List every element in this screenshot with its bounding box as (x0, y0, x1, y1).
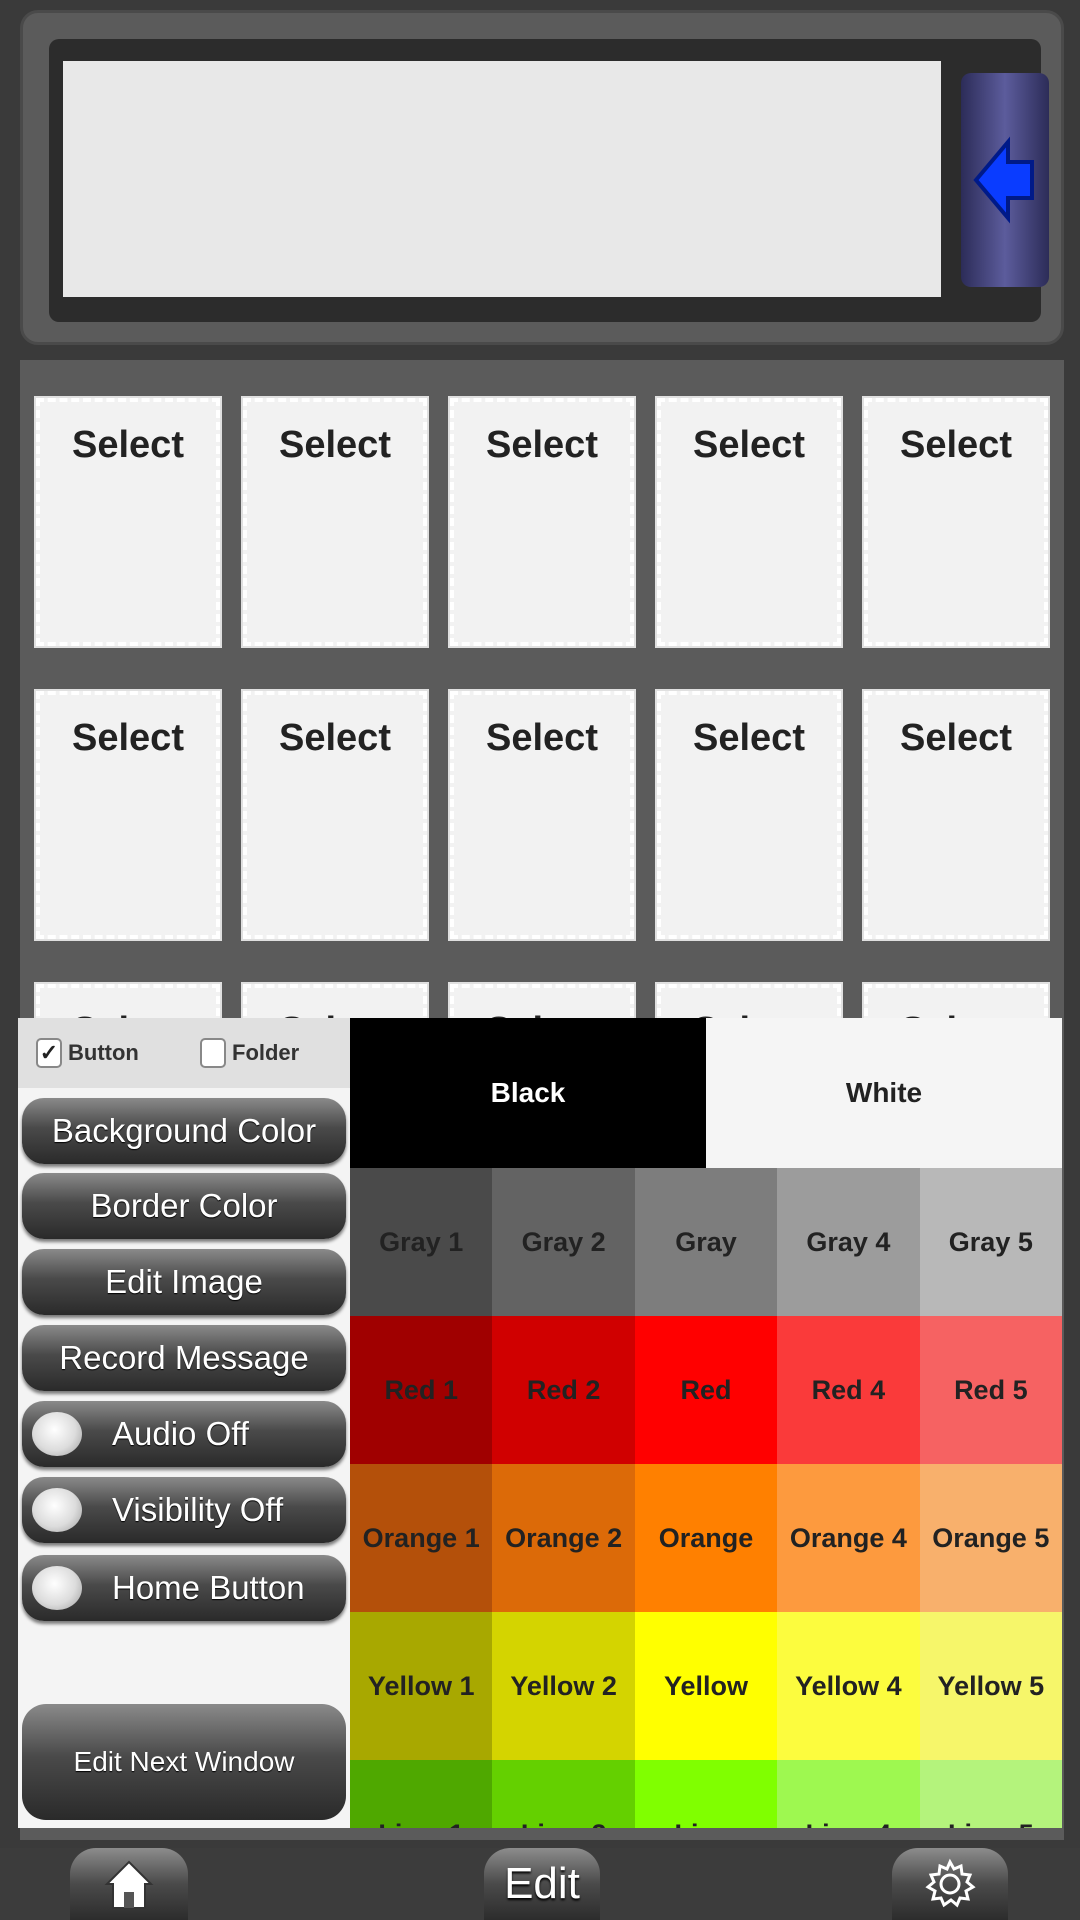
message-bar (20, 10, 1064, 345)
home-icon (104, 1860, 154, 1909)
select-label: Select (486, 717, 598, 759)
toggle-knob (32, 1412, 82, 1456)
color-swatch[interactable]: Red 5 (919, 1316, 1062, 1464)
select-cell[interactable]: Select (655, 396, 843, 648)
select-cell[interactable]: Select (34, 396, 222, 648)
color-swatch[interactable]: Gray 1 (350, 1168, 493, 1316)
select-cell[interactable]: Select (241, 396, 429, 648)
border-color-button[interactable]: Border Color (22, 1173, 346, 1239)
color-swatch[interactable]: Gray 4 (777, 1168, 920, 1316)
checkbox-box: ✓ (36, 1038, 62, 1068)
button-checkbox[interactable]: ✓ Button (36, 1038, 139, 1068)
color-swatch[interactable]: Orange (634, 1464, 778, 1612)
color-swatch[interactable]: Yellow 4 (777, 1612, 920, 1760)
settings-button[interactable] (892, 1848, 1008, 1920)
type-checkboxes: ✓ Button Folder (18, 1018, 350, 1088)
color-swatch[interactable]: Lime 1 (350, 1760, 493, 1828)
checkbox-label: Button (68, 1040, 139, 1065)
select-cell[interactable]: Select (448, 689, 636, 941)
gear-icon (925, 1858, 976, 1908)
edit-image-button[interactable]: Edit Image (22, 1249, 346, 1315)
color-swatch[interactable]: Red 4 (777, 1316, 920, 1464)
home-button-toggle[interactable]: Home Button (22, 1555, 346, 1621)
color-swatch[interactable]: Lime 5 (919, 1760, 1062, 1828)
select-label: Select (279, 717, 391, 759)
select-cell[interactable]: Select (34, 689, 222, 941)
color-swatch[interactable]: Lime (634, 1760, 778, 1828)
toggle-knob (32, 1566, 82, 1610)
visibility-toggle[interactable]: Visibility Off (22, 1477, 346, 1543)
select-label: Select (72, 717, 184, 759)
color-swatch[interactable]: Gray 5 (919, 1168, 1062, 1316)
record-message-button[interactable]: Record Message (22, 1325, 346, 1391)
color-palette: Black White Gray 1 Gray 2 Gray Gray 4 Gray 5… (350, 1018, 1062, 1828)
select-cell[interactable]: Select (862, 689, 1050, 941)
color-swatch[interactable]: Orange 5 (919, 1464, 1062, 1612)
toggle-knob (32, 1488, 82, 1532)
color-row: Gray 1 Gray 2 Gray Gray 4 Gray 5 (350, 1168, 1062, 1316)
select-label: Select (486, 424, 598, 466)
color-swatch[interactable]: Yellow 2 (492, 1612, 635, 1760)
select-label: Select (693, 424, 805, 466)
color-row: Lime 1Lime 2LimeLime 4Lime 5 (350, 1760, 1062, 1828)
color-swatch-white[interactable]: White (706, 1018, 1062, 1168)
select-label: Select (279, 424, 391, 466)
checkbox-box (200, 1038, 226, 1068)
checkbox-label: Folder (232, 1040, 300, 1065)
edit-next-window-button[interactable]: Edit Next Window (22, 1704, 346, 1820)
edit-button[interactable]: Edit (484, 1848, 600, 1920)
select-label: Select (72, 424, 184, 466)
select-cell[interactable]: Select (655, 689, 843, 941)
select-label: Select (693, 717, 805, 759)
audio-toggle[interactable]: Audio Off (22, 1401, 346, 1467)
arrow-left-icon (973, 136, 1034, 224)
toggle-label: Visibility Off (112, 1491, 284, 1528)
toggle-label: Home Button (112, 1569, 305, 1606)
color-swatch[interactable]: Red (634, 1316, 778, 1464)
select-cell[interactable]: Select (448, 396, 636, 648)
background-color-button[interactable]: Background Color (22, 1098, 346, 1164)
select-cell[interactable]: Select (862, 396, 1050, 648)
edit-panel: ✓ Button Folder Background Color Border … (18, 1018, 1062, 1828)
select-cell[interactable]: Select (241, 689, 429, 941)
color-swatch-black[interactable]: Black (350, 1018, 706, 1168)
home-button[interactable] (70, 1848, 188, 1920)
bottom-toolbar: Edit (0, 1848, 1080, 1920)
sentence-display[interactable] (63, 61, 941, 297)
folder-checkbox[interactable]: Folder (200, 1038, 299, 1068)
color-swatch[interactable]: Gray 2 (492, 1168, 635, 1316)
color-swatch[interactable]: Orange 1 (350, 1464, 493, 1612)
color-swatch[interactable]: Lime 2 (492, 1760, 635, 1828)
color-swatch[interactable]: Yellow (634, 1612, 778, 1760)
message-bar-inner (49, 39, 1049, 322)
backspace-button[interactable] (961, 73, 1049, 287)
color-swatch[interactable]: Orange 2 (492, 1464, 635, 1612)
color-swatch[interactable]: Lime 4 (777, 1760, 920, 1828)
select-label: Select (900, 424, 1012, 466)
toggle-label: Audio Off (112, 1415, 249, 1452)
color-swatch[interactable]: Gray (634, 1168, 778, 1316)
color-swatch[interactable]: Orange 4 (777, 1464, 920, 1612)
edit-options: ✓ Button Folder Background Color Border … (18, 1018, 350, 1828)
color-swatch[interactable]: Red 1 (350, 1316, 493, 1464)
black-white-row: Black White (350, 1018, 1062, 1168)
color-swatch[interactable]: Yellow 5 (919, 1612, 1062, 1760)
color-row: Yellow 1 Yellow 2 Yellow Yellow 4 Yellow 5 (350, 1612, 1062, 1760)
color-row: Red 1 Red 2 Red Red 4 Red 5 (350, 1316, 1062, 1464)
color-row: Orange 1 Orange 2 Orange Orange 4 Orange 5 (350, 1464, 1062, 1612)
color-swatch[interactable]: Yellow 1 (350, 1612, 493, 1760)
color-swatch[interactable]: Red 2 (492, 1316, 635, 1464)
select-label: Select (900, 717, 1012, 759)
